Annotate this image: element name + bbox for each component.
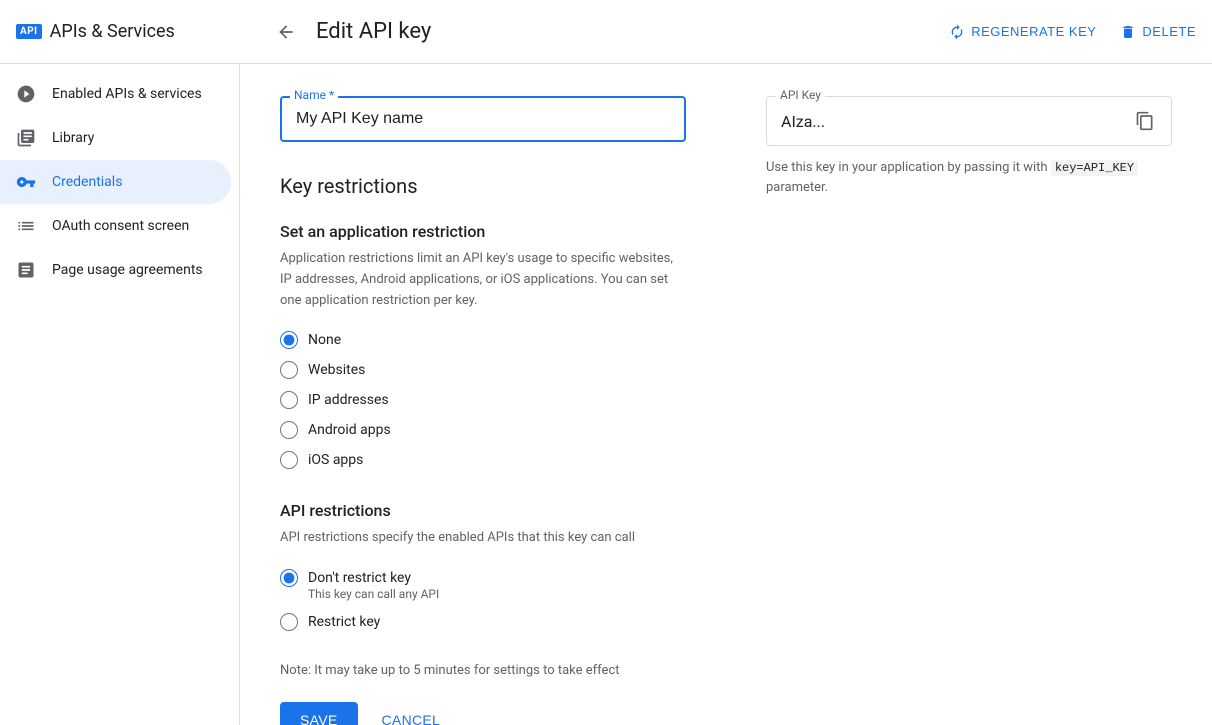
- header-content: Edit API key REGENERATE KEY DELETE: [272, 18, 1196, 46]
- radio-android-apps[interactable]: Android apps: [280, 421, 686, 439]
- app-title: APIs & Services: [50, 21, 175, 42]
- radio-none-input[interactable]: [280, 331, 298, 349]
- api-restriction-desc: API restrictions specify the enabled API…: [280, 528, 686, 549]
- api-restriction-radio-group: Don't restrict key This key can call any…: [280, 569, 686, 631]
- radio-websites-input[interactable]: [280, 361, 298, 379]
- radio-websites[interactable]: Websites: [280, 361, 686, 379]
- radio-android-label: Android apps: [308, 422, 391, 438]
- note-text: Note: It may take up to 5 minutes for se…: [280, 663, 686, 678]
- app-restriction-desc: Application restrictions limit an API ke…: [280, 249, 686, 311]
- regenerate-label: REGENERATE KEY: [971, 24, 1096, 39]
- sidebar: Enabled APIs & services Library Credenti…: [0, 64, 240, 725]
- sidebar-item-label: Page usage agreements: [52, 262, 203, 278]
- radio-restrict-input[interactable]: [280, 613, 298, 631]
- key-restrictions-heading: Key restrictions: [280, 174, 686, 198]
- sidebar-item-label: OAuth consent screen: [52, 218, 189, 234]
- radio-none-label: None: [308, 332, 341, 348]
- main-layout: Enabled APIs & services Library Credenti…: [0, 64, 1212, 725]
- sidebar-item-label: Enabled APIs & services: [52, 86, 202, 102]
- dont-restrict-sublabel: This key can call any API: [308, 587, 686, 601]
- dont-restrict-option: Don't restrict key This key can call any…: [280, 569, 686, 601]
- sidebar-item-label: Library: [52, 130, 94, 146]
- sidebar-item-library[interactable]: Library: [0, 116, 231, 160]
- save-button[interactable]: SAVE: [280, 702, 358, 725]
- api-key-label: API Key: [776, 88, 825, 102]
- back-button[interactable]: [272, 18, 300, 46]
- app-restriction-radio-group: None Websites IP addresses Android: [280, 331, 686, 469]
- sidebar-item-credentials[interactable]: Credentials: [0, 160, 231, 204]
- library-icon: [16, 128, 36, 148]
- delete-button[interactable]: DELETE: [1120, 24, 1196, 40]
- radio-android-input[interactable]: [280, 421, 298, 439]
- radio-dont-restrict[interactable]: Don't restrict key: [280, 569, 686, 587]
- radio-restrict-label: Restrict key: [308, 614, 380, 630]
- sidebar-item-page-usage[interactable]: Page usage agreements: [0, 248, 231, 292]
- api-restriction-section: API restrictions API restrictions specif…: [280, 501, 686, 631]
- page-usage-icon: [16, 260, 36, 280]
- sidebar-item-enabled-apis[interactable]: Enabled APIs & services: [0, 72, 231, 116]
- header-actions: REGENERATE KEY DELETE: [949, 24, 1196, 40]
- page-title: Edit API key: [316, 19, 431, 44]
- radio-websites-label: Websites: [308, 362, 365, 378]
- delete-label: DELETE: [1142, 24, 1196, 39]
- api-key-value: AIza...: [781, 112, 1133, 131]
- radio-dont-restrict-label: Don't restrict key: [308, 570, 411, 586]
- oauth-icon: [16, 216, 36, 236]
- right-column: API Key AIza... Use this key in your app…: [766, 96, 1172, 197]
- credentials-icon: [16, 172, 36, 192]
- sidebar-item-label: Credentials: [52, 174, 122, 190]
- content-area: Name * Key restrictions Set an applicati…: [240, 64, 1212, 725]
- api-key-field-group: API Key AIza...: [766, 96, 1172, 146]
- radio-restrict-key[interactable]: Restrict key: [280, 613, 686, 631]
- api-key-hint: Use this key in your application by pass…: [766, 158, 1172, 197]
- left-column: Name * Key restrictions Set an applicati…: [280, 96, 686, 725]
- radio-ip-label: IP addresses: [308, 392, 389, 408]
- app-restriction-section: Set an application restriction Applicati…: [280, 222, 686, 469]
- radio-ios-apps[interactable]: iOS apps: [280, 451, 686, 469]
- name-label: Name *: [290, 88, 338, 102]
- api-restriction-heading: API restrictions: [280, 501, 686, 520]
- radio-ip-input[interactable]: [280, 391, 298, 409]
- cancel-button[interactable]: CANCEL: [374, 702, 449, 725]
- regenerate-key-button[interactable]: REGENERATE KEY: [949, 24, 1096, 40]
- enabled-apis-icon: [16, 84, 36, 104]
- radio-dont-restrict-input[interactable]: [280, 569, 298, 587]
- top-header: API APIs & Services Edit API key REGENER…: [0, 0, 1212, 64]
- api-key-input-wrap: AIza...: [766, 96, 1172, 146]
- api-logo: API: [16, 24, 42, 39]
- name-field-group: Name *: [280, 96, 686, 142]
- logo-area: API APIs & Services: [16, 21, 256, 42]
- copy-api-key-button[interactable]: [1133, 109, 1157, 133]
- sidebar-item-oauth-consent[interactable]: OAuth consent screen: [0, 204, 231, 248]
- radio-ip-addresses[interactable]: IP addresses: [280, 391, 686, 409]
- app-restriction-heading: Set an application restriction: [280, 222, 686, 241]
- name-input[interactable]: [280, 96, 686, 142]
- radio-ios-input[interactable]: [280, 451, 298, 469]
- two-column-layout: Name * Key restrictions Set an applicati…: [280, 96, 1172, 725]
- radio-ios-label: iOS apps: [308, 452, 363, 468]
- radio-none[interactable]: None: [280, 331, 686, 349]
- action-buttons: SAVE CANCEL: [280, 702, 686, 725]
